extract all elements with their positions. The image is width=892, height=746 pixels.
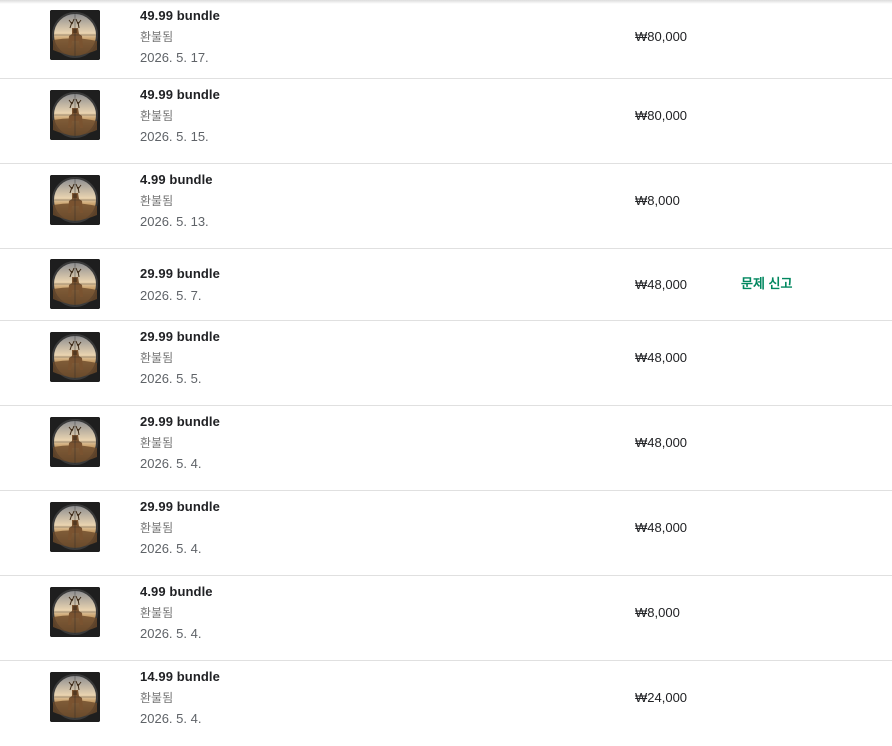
item-title: 49.99 bundle bbox=[140, 87, 220, 102]
order-date: 2026. 5. 13. bbox=[140, 214, 209, 229]
item-title: 29.99 bundle bbox=[140, 329, 220, 344]
order-row[interactable]: 4.99 bundle 환불됨 2026. 5. 13. ₩8,000 bbox=[0, 164, 892, 249]
report-problem-link[interactable]: 문제 신고 bbox=[741, 276, 792, 292]
deer-hunter-app-icon bbox=[50, 672, 100, 722]
order-price: ₩48,000 bbox=[635, 350, 688, 365]
order-price: ₩8,000 bbox=[635, 605, 680, 620]
order-date: 2026. 5. 5. bbox=[140, 371, 202, 386]
order-row[interactable]: 4.99 bundle 환불됨 2026. 5. 4. ₩8,000 bbox=[0, 576, 892, 661]
order-info: 29.99 bundle 환불됨 2026. 5. 4. bbox=[140, 499, 220, 557]
order-price: ₩48,000 bbox=[635, 277, 688, 292]
order-info: 4.99 bundle 환불됨 2026. 5. 4. bbox=[140, 584, 213, 642]
order-price: ₩80,000 bbox=[635, 108, 688, 123]
order-row[interactable]: 29.99 bundle 환불됨 2026. 5. 4. ₩48,000 bbox=[0, 491, 892, 576]
deer-hunter-app-icon bbox=[50, 587, 100, 637]
order-info: 29.99 bundle 2026. 5. 7. bbox=[140, 266, 220, 304]
deer-hunter-app-icon bbox=[50, 10, 100, 60]
order-row[interactable]: 14.99 bundle 환불됨 2026. 5. 4. ₩24,000 bbox=[0, 661, 892, 746]
deer-hunter-app-icon bbox=[50, 259, 100, 309]
item-title: 29.99 bundle bbox=[140, 499, 220, 514]
order-date: 2026. 5. 7. bbox=[140, 288, 202, 303]
order-date: 2026. 5. 4. bbox=[140, 711, 202, 726]
deer-hunter-app-icon bbox=[50, 175, 100, 225]
order-row[interactable]: 29.99 bundle 환불됨 2026. 5. 5. ₩48,000 bbox=[0, 321, 892, 406]
order-info: 4.99 bundle 환불됨 2026. 5. 13. bbox=[140, 172, 213, 230]
order-history-list: 49.99 bundle 환불됨 2026. 5. 17. ₩80,000 49… bbox=[0, 0, 892, 746]
refund-status: 환불됨 bbox=[140, 436, 174, 450]
item-title: 4.99 bundle bbox=[140, 584, 213, 599]
order-row[interactable]: 29.99 bundle 2026. 5. 7. ₩48,000 문제 신고 bbox=[0, 249, 892, 321]
order-date: 2026. 5. 4. bbox=[140, 456, 202, 471]
order-price: ₩48,000 bbox=[635, 435, 688, 450]
order-price: ₩48,000 bbox=[635, 520, 688, 535]
order-row[interactable]: 49.99 bundle 환불됨 2026. 5. 15. ₩80,000 bbox=[0, 79, 892, 164]
order-date: 2026. 5. 4. bbox=[140, 626, 202, 641]
order-date: 2026. 5. 4. bbox=[140, 541, 202, 556]
order-date: 2026. 5. 17. bbox=[140, 50, 209, 65]
item-title: 4.99 bundle bbox=[140, 172, 213, 187]
order-info: 49.99 bundle 환불됨 2026. 5. 17. bbox=[140, 8, 220, 66]
item-title: 14.99 bundle bbox=[140, 669, 220, 684]
order-price: ₩24,000 bbox=[635, 690, 688, 705]
refund-status: 환불됨 bbox=[140, 606, 174, 620]
item-title: 29.99 bundle bbox=[140, 266, 220, 281]
order-price: ₩8,000 bbox=[635, 193, 680, 208]
refund-status: 환불됨 bbox=[140, 351, 174, 365]
item-title: 29.99 bundle bbox=[140, 414, 220, 429]
refund-status: 환불됨 bbox=[140, 30, 174, 44]
order-date: 2026. 5. 15. bbox=[140, 129, 209, 144]
refund-status: 환불됨 bbox=[140, 521, 174, 535]
refund-status: 환불됨 bbox=[140, 194, 174, 208]
item-title: 49.99 bundle bbox=[140, 8, 220, 23]
order-info: 49.99 bundle 환불됨 2026. 5. 15. bbox=[140, 87, 220, 145]
refund-status: 환불됨 bbox=[140, 109, 174, 123]
deer-hunter-app-icon bbox=[50, 332, 100, 382]
refund-status: 환불됨 bbox=[140, 691, 174, 705]
order-info: 14.99 bundle 환불됨 2026. 5. 4. bbox=[140, 669, 220, 727]
deer-hunter-app-icon bbox=[50, 90, 100, 140]
order-info: 29.99 bundle 환불됨 2026. 5. 4. bbox=[140, 414, 220, 472]
order-price: ₩80,000 bbox=[635, 29, 688, 44]
deer-hunter-app-icon bbox=[50, 502, 100, 552]
order-info: 29.99 bundle 환불됨 2026. 5. 5. bbox=[140, 329, 220, 387]
order-row[interactable]: 49.99 bundle 환불됨 2026. 5. 17. ₩80,000 bbox=[0, 0, 892, 79]
order-row[interactable]: 29.99 bundle 환불됨 2026. 5. 4. ₩48,000 bbox=[0, 406, 892, 491]
deer-hunter-app-icon bbox=[50, 417, 100, 467]
